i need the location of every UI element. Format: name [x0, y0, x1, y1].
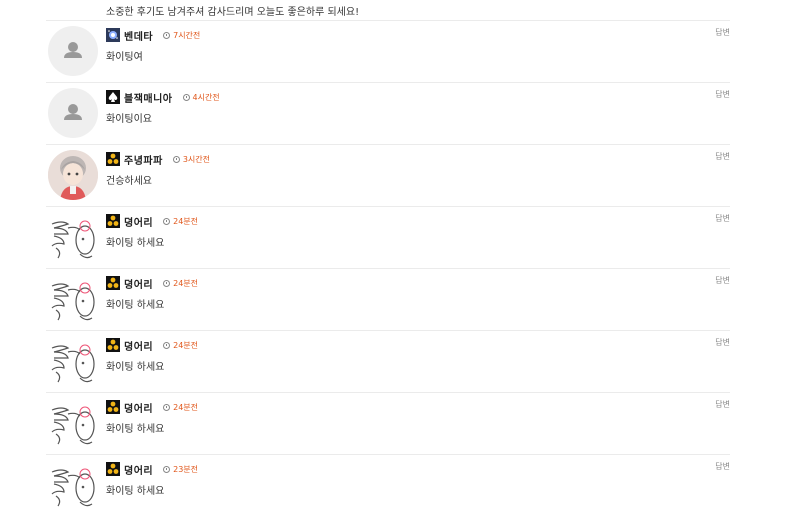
comment-text: 건승하세요 [106, 176, 152, 187]
previous-comment-text: 소중한 후기도 남겨주셔 감사드리며 오늘도 좋은하루 되세요! [106, 7, 360, 18]
galaxy-badge-icon [106, 28, 120, 42]
time-text: 3시간전 [182, 154, 210, 164]
comment-time: 23분전 [163, 464, 198, 475]
comment-text: 화이팅여 [106, 52, 143, 63]
comment-item: 블잭매니아 4시간전 화이팅이요 답변 [46, 83, 730, 145]
comment-text: 화이팅 하세요 [106, 424, 165, 435]
comment-meta: 주녕파파 3시간전 [106, 152, 210, 167]
nickname[interactable]: 주녕파파 [124, 152, 163, 167]
clock-icon [163, 217, 171, 225]
comment-meta: 뎡어리 24분전 [106, 338, 198, 353]
reply-button[interactable]: 답변 [715, 213, 730, 224]
clock-icon [163, 341, 171, 349]
comment-item: 뎡어리 24분전 화이팅 하세요 답변 [46, 331, 730, 393]
gold-coins-badge-icon [106, 276, 120, 290]
comment-time: 3시간전 [172, 154, 210, 165]
sketch-avatar[interactable] [48, 398, 98, 448]
comment-time: 4시간전 [182, 92, 220, 103]
spade-badge-icon [106, 90, 120, 104]
gold-coins-badge-icon [106, 214, 120, 228]
time-text: 24분전 [173, 278, 199, 288]
reply-button[interactable]: 답변 [715, 337, 730, 348]
default-avatar-icon[interactable] [48, 88, 98, 138]
comment-text: 화이팅 하세요 [106, 238, 165, 249]
comment-text: 화이팅 하세요 [106, 300, 165, 311]
reply-button[interactable]: 답변 [715, 151, 730, 162]
comment-text: 화이팅 하세요 [106, 362, 165, 373]
comment-item: 뎡어리 24분전 화이팅 하세요 답변 [46, 269, 730, 331]
comment-time: 7시간전 [163, 30, 200, 41]
clock-icon [172, 155, 180, 163]
clock-icon [182, 93, 190, 101]
nickname[interactable]: 뎡어리 [124, 276, 153, 291]
reply-button[interactable]: 답변 [715, 399, 730, 410]
time-text: 24분전 [173, 402, 199, 412]
comment-time: 24분전 [163, 278, 198, 289]
nickname[interactable]: 뎡어리 [124, 400, 153, 415]
comment-meta: 벤데타 7시간전 [106, 28, 200, 43]
comment-item: 뎡어리 24분전 화이팅 하세요 답변 [46, 207, 730, 269]
reply-button[interactable]: 답변 [715, 89, 730, 100]
clock-icon [163, 403, 171, 411]
comment-time: 24분전 [163, 216, 198, 227]
time-text: 24분전 [173, 340, 199, 350]
default-avatar-icon[interactable] [48, 26, 98, 76]
time-text: 7시간전 [173, 30, 201, 40]
comment-text: 화이팅 하세요 [106, 486, 165, 497]
comment-item: 뎡어리 23분전 화이팅 하세요 답변 [46, 455, 730, 517]
nickname[interactable]: 뎡어리 [124, 338, 153, 353]
gold-coins-badge-icon [106, 338, 120, 352]
comment-meta: 뎡어리 23분전 [106, 462, 198, 477]
comment-meta: 뎡어리 24분전 [106, 400, 198, 415]
time-text: 4시간전 [192, 92, 220, 102]
time-text: 23분전 [173, 464, 199, 474]
comment-meta: 블잭매니아 4시간전 [106, 90, 220, 105]
comment-time: 24분전 [163, 402, 198, 413]
gold-coins-badge-icon [106, 462, 120, 476]
comment-text: 화이팅이요 [106, 114, 152, 125]
time-text: 24분전 [173, 216, 199, 226]
comment-item: 뎡어리 24분전 화이팅 하세요 답변 [46, 393, 730, 455]
gold-coins-badge-icon [106, 400, 120, 414]
clock-icon [163, 465, 171, 473]
reply-button[interactable]: 답변 [715, 27, 730, 38]
photo-avatar[interactable] [48, 150, 98, 200]
comment-meta: 뎡어리 24분전 [106, 276, 198, 291]
clock-icon [163, 31, 171, 39]
reply-button[interactable]: 답변 [715, 461, 730, 472]
clock-icon [163, 279, 171, 287]
gold-coins-badge-icon [106, 152, 120, 166]
sketch-avatar[interactable] [48, 212, 98, 262]
sketch-avatar[interactable] [48, 460, 98, 510]
nickname[interactable]: 블잭매니아 [124, 90, 173, 105]
sketch-avatar[interactable] [48, 336, 98, 386]
nickname[interactable]: 뎡어리 [124, 214, 153, 229]
sketch-avatar[interactable] [48, 274, 98, 324]
comment-item: 주녕파파 3시간전 건승하세요 답변 [46, 145, 730, 207]
nickname[interactable]: 뎡어리 [124, 462, 153, 477]
nickname[interactable]: 벤데타 [124, 28, 153, 43]
comment-time: 24분전 [163, 340, 198, 351]
comment-item: 벤데타 7시간전 화이팅여 답변 [46, 21, 730, 83]
comment-meta: 뎡어리 24분전 [106, 214, 198, 229]
reply-button[interactable]: 답변 [715, 275, 730, 286]
